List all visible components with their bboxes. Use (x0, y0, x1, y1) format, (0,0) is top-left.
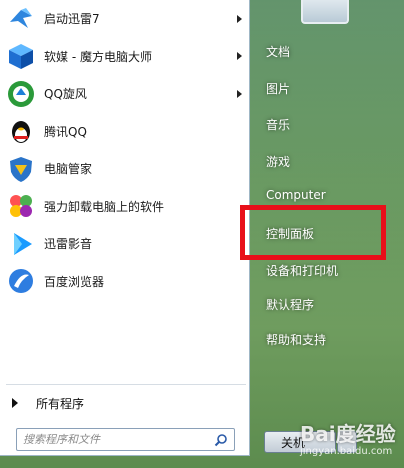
programs-panel: 启动迅雷7 软媒 - 魔方电脑大师 QQ旋风 腾讯QQ 电脑管家 强力卸载电脑上… (0, 0, 250, 456)
cube-icon (6, 41, 36, 71)
computer-link[interactable]: Computer (266, 188, 326, 202)
games-link[interactable]: 游戏 (266, 153, 290, 170)
qq-penguin-icon (6, 116, 36, 146)
program-label: 强力卸载电脑上的软件 (44, 199, 165, 214)
play-icon (6, 229, 36, 259)
program-label: 迅雷影音 (44, 237, 93, 252)
all-programs-button[interactable]: 所有程序 (8, 392, 244, 414)
program-item-xunlei[interactable]: 启动迅雷7 (0, 0, 250, 38)
default-programs-link[interactable]: 默认程序 (266, 296, 314, 313)
documents-link[interactable]: 文档 (266, 43, 290, 60)
watermark-url: jingyan.baidu.com (300, 446, 393, 457)
submenu-arrow-icon[interactable] (237, 52, 242, 61)
all-programs-label: 所有程序 (36, 396, 85, 411)
program-item-guanjia[interactable]: 电脑管家 (0, 150, 250, 188)
submenu-arrow-icon[interactable] (237, 14, 242, 23)
help-support-link[interactable]: 帮助和支持 (266, 331, 326, 348)
program-label: 电脑管家 (44, 162, 93, 177)
program-label: 腾讯QQ (44, 124, 87, 139)
search-icon[interactable] (214, 433, 228, 450)
program-item-uninstall[interactable]: 强力卸载电脑上的软件 (0, 188, 250, 226)
qq-whirlwind-icon (6, 79, 36, 109)
separator (6, 384, 246, 385)
uninstall-clover-icon (6, 191, 36, 221)
program-label: 启动迅雷7 (44, 12, 100, 27)
program-list: 启动迅雷7 软媒 - 魔方电脑大师 QQ旋风 腾讯QQ 电脑管家 强力卸载电脑上… (0, 0, 250, 300)
search-box[interactable] (16, 428, 235, 451)
submenu-arrow-icon[interactable] (237, 89, 242, 98)
program-item-qqxuanfeng[interactable]: QQ旋风 (0, 75, 250, 113)
program-item-mofang[interactable]: 软媒 - 魔方电脑大师 (0, 38, 250, 76)
start-menu: 启动迅雷7 软媒 - 魔方电脑大师 QQ旋风 腾讯QQ 电脑管家 强力卸载电脑上… (0, 0, 404, 468)
program-label: QQ旋风 (44, 87, 87, 102)
browser-icon (6, 266, 36, 296)
devices-printers-link[interactable]: 设备和打印机 (266, 262, 338, 279)
program-label: 软媒 - 魔方电脑大师 (44, 49, 152, 64)
pictures-link[interactable]: 图片 (266, 80, 290, 97)
watermark-logo: Bai度经验 (300, 422, 396, 446)
highlight-box (240, 205, 386, 260)
program-item-qq[interactable]: 腾讯QQ (0, 113, 250, 151)
program-label: 百度浏览器 (44, 274, 105, 289)
program-item-baidu-browser[interactable]: 百度浏览器 (0, 263, 250, 301)
search-input[interactable] (23, 433, 203, 446)
music-link[interactable]: 音乐 (266, 116, 290, 133)
shield-icon (6, 154, 36, 184)
triangle-right-icon (12, 398, 18, 408)
program-item-xunlei-player[interactable]: 迅雷影音 (0, 225, 250, 263)
xunlei-bird-icon (6, 4, 36, 34)
user-picture[interactable] (301, 0, 349, 24)
